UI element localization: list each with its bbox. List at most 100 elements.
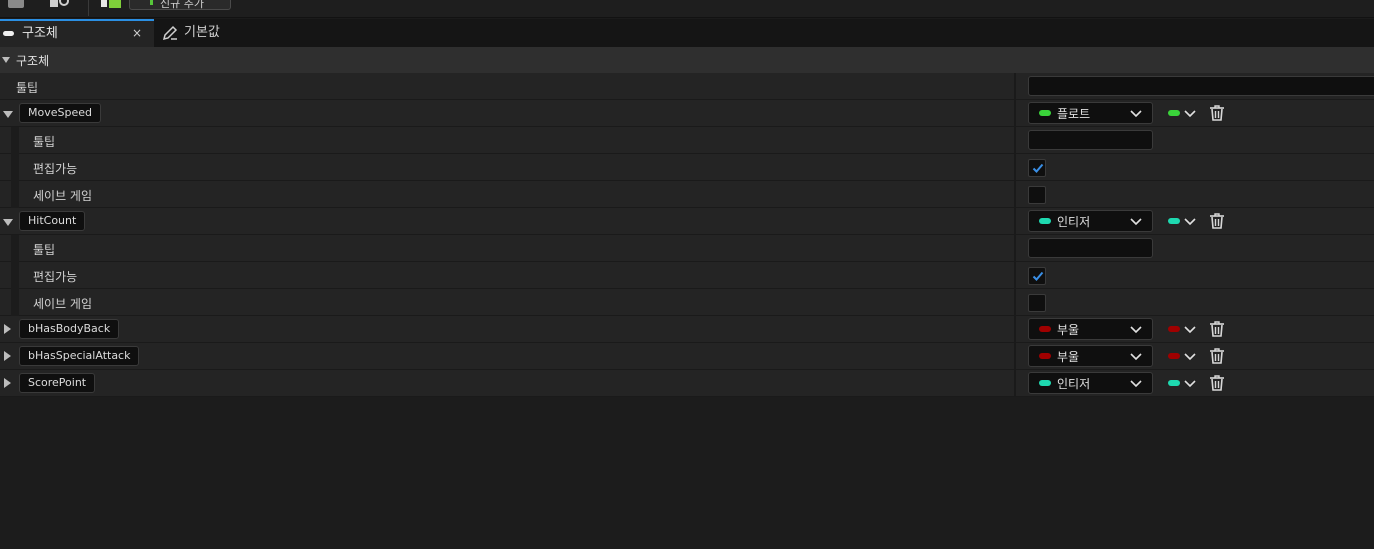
pin-type-icon: [1039, 380, 1051, 386]
close-icon[interactable]: ×: [132, 21, 142, 46]
chevron-down-icon: [1184, 378, 1196, 388]
member-name-field[interactable]: MoveSpeed: [19, 103, 101, 123]
type-label: 플로트: [1057, 107, 1091, 121]
container-type-dropdown[interactable]: [1167, 350, 1197, 364]
collapse-arrow-icon[interactable]: [3, 219, 13, 226]
property-label: 세이브 게임: [33, 189, 93, 203]
column-splitter[interactable]: [1014, 208, 1016, 235]
toolbar: 신규 추가: [0, 0, 1374, 18]
member-name-field[interactable]: bHasSpecialAttack: [19, 346, 140, 366]
type-dropdown[interactable]: 플로트: [1028, 102, 1153, 124]
member-property-row: 툴팁: [0, 127, 1374, 154]
type-label: 인티저: [1057, 377, 1091, 391]
editable-checkbox[interactable]: [1028, 267, 1046, 285]
member-property-row: 세이브 게임: [0, 181, 1374, 208]
member-property-row: 툴팁: [0, 235, 1374, 262]
struct-tooltip-row: 툴팁: [0, 73, 1374, 100]
type-label: 부울: [1057, 350, 1080, 364]
member-row: bHasSpecialAttack 부울: [0, 343, 1374, 370]
add-variable-label: 신규 추가: [160, 0, 204, 10]
column-splitter[interactable]: [1014, 100, 1016, 127]
editable-checkbox[interactable]: [1028, 159, 1046, 177]
column-splitter[interactable]: [1014, 127, 1016, 154]
toolbar-divider: [88, 0, 89, 16]
type-dropdown[interactable]: 부울: [1028, 345, 1153, 367]
chevron-down-icon: [1184, 324, 1196, 334]
column-splitter[interactable]: [1014, 73, 1016, 100]
type-dropdown[interactable]: 인티저: [1028, 372, 1153, 394]
member-property-row: 편집가능: [0, 154, 1374, 181]
tooltip-input[interactable]: [1028, 130, 1153, 150]
member-row: MoveSpeed 플로트: [0, 100, 1374, 127]
save-icon[interactable]: [8, 0, 24, 8]
property-label: 편집가능: [33, 162, 78, 176]
column-splitter[interactable]: [1014, 262, 1016, 289]
struct-tooltip-label: 툴팁: [16, 81, 39, 95]
collapse-arrow-icon[interactable]: [3, 111, 13, 118]
delete-icon[interactable]: [1209, 104, 1225, 122]
type-dropdown[interactable]: 인티저: [1028, 210, 1153, 232]
pin-type-icon: [1039, 326, 1051, 332]
member-property-row: 세이브 게임: [0, 289, 1374, 316]
delete-icon[interactable]: [1209, 374, 1225, 392]
type-dropdown[interactable]: 부울: [1028, 318, 1153, 340]
member-row: HitCount 인티저: [0, 208, 1374, 235]
indent-guide: [11, 262, 19, 289]
struct-tooltip-input[interactable]: [1028, 76, 1374, 96]
delete-icon[interactable]: [1209, 212, 1225, 230]
pin-type-icon: [1168, 110, 1180, 116]
container-type-dropdown[interactable]: [1167, 215, 1197, 229]
tab-defaults[interactable]: 기본값: [160, 19, 280, 47]
empty-area: [0, 397, 1374, 549]
member-name-field[interactable]: ScorePoint: [19, 373, 96, 393]
tab-struct[interactable]: 구조체 ×: [0, 19, 154, 47]
chevron-down-icon: [1130, 324, 1142, 334]
tooltip-input[interactable]: [1028, 238, 1153, 258]
struct-section-header[interactable]: 구조체: [0, 47, 1374, 73]
member-row: bHasBodyBack 부울: [0, 316, 1374, 343]
property-label: 세이브 게임: [33, 297, 93, 311]
find-icon[interactable]: [50, 0, 72, 8]
save-game-checkbox[interactable]: [1028, 294, 1046, 312]
save-game-checkbox[interactable]: [1028, 186, 1046, 204]
chevron-down-icon: [1130, 216, 1142, 226]
pin-type-icon: [1039, 353, 1051, 359]
delete-icon[interactable]: [1209, 347, 1225, 365]
chevron-down-icon: [1184, 216, 1196, 226]
column-splitter[interactable]: [1014, 316, 1016, 343]
type-label: 인티저: [1057, 215, 1091, 229]
add-variable-button[interactable]: 신규 추가: [129, 0, 231, 10]
pin-type-icon: [1168, 218, 1180, 224]
property-label: 툴팁: [33, 135, 56, 149]
chevron-down-icon: [1184, 351, 1196, 361]
collapse-arrow-icon: [2, 57, 10, 63]
member-name-field[interactable]: HitCount: [19, 211, 86, 231]
container-type-dropdown[interactable]: [1167, 107, 1197, 121]
pin-type-icon: [1039, 110, 1051, 116]
column-splitter[interactable]: [1014, 181, 1016, 208]
column-splitter[interactable]: [1014, 370, 1016, 397]
expand-arrow-icon[interactable]: [4, 351, 11, 361]
member-name-field[interactable]: bHasBodyBack: [19, 319, 120, 339]
chevron-down-icon: [1184, 108, 1196, 118]
indent-guide: [11, 235, 19, 262]
checkmark-icon[interactable]: [101, 0, 121, 8]
section-title: 구조체: [16, 54, 50, 68]
indent-guide: [11, 289, 19, 316]
tab-struct-label: 구조체: [22, 26, 58, 41]
expand-arrow-icon[interactable]: [4, 324, 11, 334]
check-icon: [1032, 162, 1044, 174]
plus-icon: [150, 0, 153, 5]
pin-type-icon: [1168, 380, 1180, 386]
expand-arrow-icon[interactable]: [4, 378, 11, 388]
struct-icon: [3, 31, 14, 36]
container-type-dropdown[interactable]: [1167, 377, 1197, 391]
delete-icon[interactable]: [1209, 320, 1225, 338]
column-splitter[interactable]: [1014, 235, 1016, 262]
column-splitter[interactable]: [1014, 289, 1016, 316]
container-type-dropdown[interactable]: [1167, 323, 1197, 337]
column-splitter[interactable]: [1014, 343, 1016, 370]
chevron-down-icon: [1130, 378, 1142, 388]
check-icon: [1032, 270, 1044, 282]
column-splitter[interactable]: [1014, 154, 1016, 181]
